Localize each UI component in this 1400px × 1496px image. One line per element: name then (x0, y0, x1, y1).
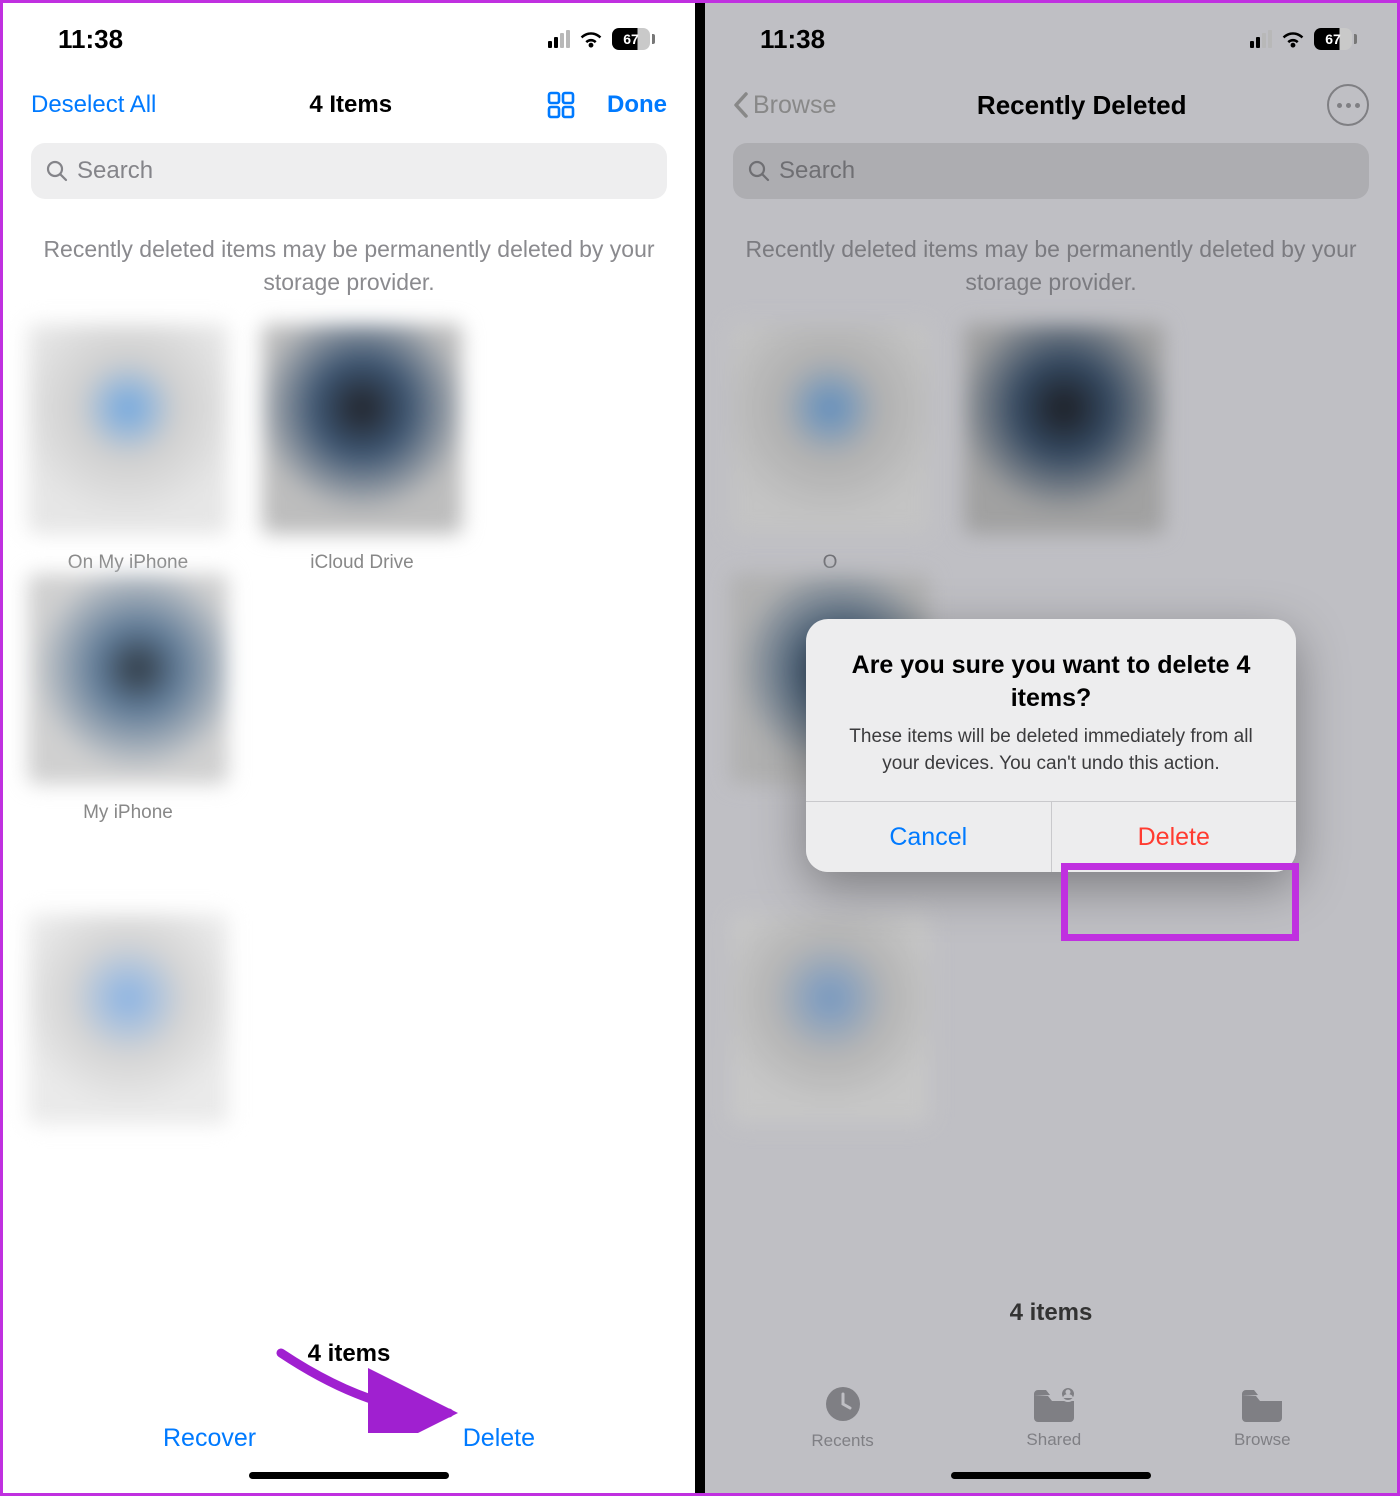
search-icon (747, 159, 771, 183)
items-grid-row2 (705, 914, 1397, 1124)
home-indicator (249, 1472, 449, 1479)
status-bar: 11:38 67 (705, 3, 1397, 75)
back-label: Browse (753, 91, 836, 120)
info-notice: Recently deleted items may be permanentl… (705, 213, 1397, 324)
file-thumbnail (262, 324, 462, 534)
dialog-title: Are you sure you want to delete 4 items? (834, 649, 1268, 714)
search-field[interactable]: Search (31, 143, 667, 199)
shared-folder-icon (1030, 1384, 1078, 1424)
view-grid-icon[interactable] (545, 89, 577, 121)
dialog-delete-button[interactable]: Delete (1052, 802, 1297, 872)
dialog-cancel-button[interactable]: Cancel (806, 802, 1052, 872)
file-item[interactable]: iCloud Drive (257, 324, 467, 574)
chevron-left-icon (733, 92, 749, 118)
nav-title: 4 Items (309, 91, 392, 119)
search-placeholder: Search (77, 157, 153, 185)
items-count: 4 items (705, 1299, 1397, 1383)
search-placeholder: Search (779, 157, 855, 185)
info-notice: Recently deleted items may be permanentl… (3, 213, 695, 324)
file-item[interactable]: On My iPhone (23, 324, 233, 574)
file-label: My iPhone (83, 802, 173, 824)
items-grid: On My iPhone iCloud Drive My iPhone (3, 324, 695, 824)
file-thumbnail (730, 914, 930, 1124)
phone-right: 11:38 67 Browse Recently Deleted Sear (705, 3, 1397, 1493)
nav-title: Recently Deleted (977, 90, 1187, 121)
tab-label: Shared (1026, 1430, 1081, 1450)
home-indicator (951, 1472, 1151, 1479)
file-item[interactable] (725, 914, 935, 1124)
annotation-highlight (1061, 863, 1299, 941)
search-icon (45, 159, 69, 183)
wifi-icon (578, 29, 604, 49)
action-bar: Recover Delete (3, 1424, 695, 1493)
status-indicators: 67 (548, 28, 655, 50)
nav-bar: Deselect All 4 Items Done (3, 75, 695, 135)
wifi-icon (1280, 29, 1306, 49)
folder-icon (1238, 1384, 1286, 1424)
items-count: 4 items (3, 1340, 695, 1424)
file-label: iCloud Drive (310, 552, 413, 574)
confirm-dialog: Are you sure you want to delete 4 items?… (806, 619, 1296, 872)
file-label: O (823, 552, 838, 574)
deselect-all-button[interactable]: Deselect All (31, 91, 156, 119)
done-button[interactable]: Done (607, 91, 667, 119)
nav-bar: Browse Recently Deleted (705, 75, 1397, 135)
cellular-icon (1250, 30, 1272, 48)
tab-recents[interactable]: Recents (811, 1383, 873, 1451)
tab-browse[interactable]: Browse (1234, 1384, 1291, 1450)
phone-left: 11:38 67 Deselect All 4 Items (3, 3, 695, 1493)
file-item[interactable]: O (725, 324, 935, 574)
battery-icon: 67 (612, 28, 655, 50)
file-label: On My iPhone (68, 552, 188, 574)
tab-shared[interactable]: Shared (1026, 1384, 1081, 1450)
tab-label: Recents (811, 1431, 873, 1451)
more-button[interactable] (1327, 84, 1369, 126)
file-thumbnail (964, 324, 1164, 534)
tab-label: Browse (1234, 1430, 1291, 1450)
status-time: 11:38 (58, 24, 123, 55)
file-item[interactable] (23, 914, 233, 1142)
file-thumbnail (28, 574, 228, 784)
battery-icon: 67 (1314, 28, 1357, 50)
search-field[interactable]: Search (733, 143, 1369, 199)
delete-button[interactable]: Delete (463, 1424, 535, 1453)
dialog-message: These items will be deleted immediately … (834, 724, 1268, 777)
recover-button[interactable]: Recover (163, 1424, 256, 1453)
file-thumbnail (28, 324, 228, 534)
screenshot-divider (695, 3, 705, 1493)
status-time: 11:38 (760, 24, 825, 55)
status-indicators: 67 (1250, 28, 1357, 50)
file-item[interactable]: My iPhone (23, 574, 233, 824)
items-grid-row2 (3, 914, 695, 1142)
file-thumbnail (28, 914, 228, 1124)
cellular-icon (548, 30, 570, 48)
file-item[interactable] (959, 324, 1169, 574)
status-bar: 11:38 67 (3, 3, 695, 75)
clock-icon (822, 1383, 864, 1425)
back-button[interactable]: Browse (733, 91, 836, 120)
file-thumbnail (730, 324, 930, 534)
